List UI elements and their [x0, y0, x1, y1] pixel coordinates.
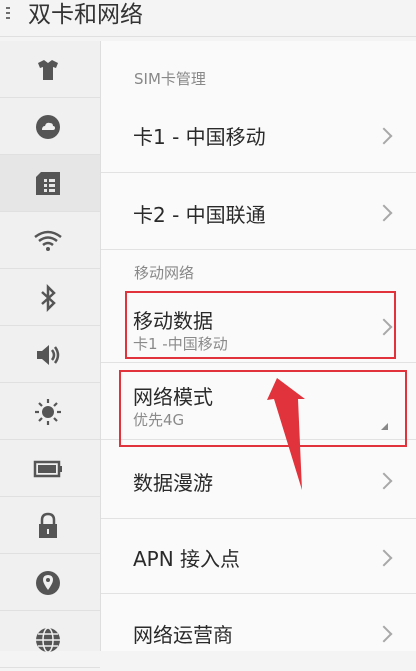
- page-title: 双卡和网络: [28, 2, 143, 28]
- battery-icon: [33, 460, 62, 478]
- cloud-icon: [36, 115, 60, 139]
- sidebar-item-cloud[interactable]: [0, 98, 100, 155]
- globe-icon: [36, 627, 60, 653]
- sidebar-item-sim[interactable]: [0, 155, 100, 212]
- row-roaming[interactable]: 数据漫游: [101, 440, 416, 519]
- location-icon: [36, 571, 60, 595]
- highlight-mobile-data: [125, 291, 396, 359]
- sidebar-item-bluetooth[interactable]: [0, 269, 100, 326]
- row-operator-label: 网络运营商: [133, 623, 233, 647]
- row-roaming-label: 数据漫游: [133, 471, 213, 495]
- row-card2[interactable]: 卡2 - 中国联通: [101, 173, 416, 250]
- sidebar: [0, 41, 101, 668]
- sidebar-item-security[interactable]: [0, 497, 100, 554]
- section-sim-header: SIM卡管理: [134, 70, 206, 88]
- sidebar-item-sound[interactable]: [0, 326, 100, 383]
- bluetooth-icon: [41, 283, 56, 313]
- sidebar-item-display[interactable]: [0, 383, 100, 440]
- row-card1-label: 卡1 - 中国移动: [133, 125, 266, 149]
- section-mobile-header: 移动网络: [134, 264, 195, 282]
- brightness-icon: [35, 399, 61, 425]
- title-bar: 双卡和网络: [0, 0, 416, 37]
- chevron-right-icon: [375, 204, 393, 222]
- row-card1[interactable]: 卡1 - 中国移动: [101, 96, 416, 173]
- sidebar-item-battery[interactable]: [0, 440, 100, 497]
- row-apn[interactable]: APN 接入点: [101, 519, 416, 594]
- shirt-icon: [38, 60, 58, 80]
- row-apn-label: APN 接入点: [133, 547, 241, 571]
- sidebar-item-theme[interactable]: [0, 41, 100, 98]
- chevron-right-icon: [375, 625, 393, 643]
- lock-icon: [39, 512, 57, 538]
- menu-icon[interactable]: [6, 4, 12, 24]
- sidebar-item-wifi[interactable]: [0, 212, 100, 269]
- sidebar-item-location[interactable]: [0, 554, 100, 611]
- chevron-right-icon: [375, 127, 393, 145]
- wifi-icon: [34, 230, 62, 251]
- highlight-network-mode: [119, 370, 407, 447]
- sidebar-item-language[interactable]: [0, 611, 100, 668]
- row-operator[interactable]: 网络运营商: [101, 594, 416, 671]
- sim-card-icon: [36, 172, 60, 195]
- row-card2-label: 卡2 - 中国联通: [133, 203, 266, 227]
- chevron-right-icon: [375, 549, 393, 567]
- chevron-right-icon: [375, 472, 393, 490]
- volume-icon: [37, 345, 60, 365]
